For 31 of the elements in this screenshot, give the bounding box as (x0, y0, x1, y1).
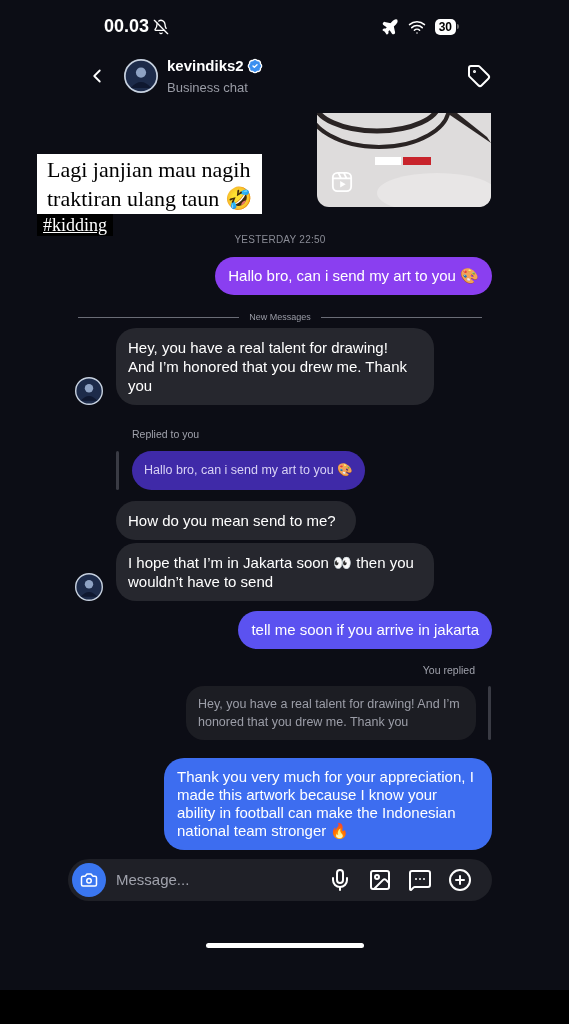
reel-icon (331, 171, 353, 193)
add-icon[interactable] (448, 868, 472, 893)
subtitle: Business chat (167, 78, 249, 97)
sent-message: Hallo bro, can i send my art to you 🎨 (215, 257, 492, 295)
quoted-message: Hey, you have a real talent for drawing! And I’m honored that you drew me. Thank you (186, 686, 476, 741)
new-messages-divider: New Messages (249, 311, 311, 324)
tag-icon[interactable] (467, 64, 491, 88)
airplane-icon (380, 17, 399, 36)
gallery-icon[interactable] (368, 868, 392, 893)
reply-label: Replied to you (132, 427, 200, 440)
sent-message: Thank you very much for your appreciation, I made this artwork because I know your ability in football can make the Indonesian national team stronger 🔥 (164, 758, 492, 851)
reply-label: You replied (422, 662, 475, 678)
message-input[interactable]: Message... (116, 869, 328, 892)
hashtag: #kidding (37, 214, 113, 236)
battery-indicator: 30 (434, 18, 456, 35)
verified-icon (246, 58, 263, 75)
received-message: How do you mean send to me? (116, 500, 356, 540)
clock: 00.03 (104, 15, 150, 38)
story-caption: Lagi janjian mau nagih traktiran ulang taun 🤣 (37, 154, 262, 214)
timestamp: YESTERDAY 22:50 (234, 233, 326, 247)
received-message: Hey, you have a real talent for drawing! And I’m honored that you drew me. Thank you (116, 327, 434, 405)
camera-button[interactable] (72, 863, 106, 898)
received-message: I hope that I’m in Jakarta soon 👀 then you wouldn’t have to send (116, 542, 434, 601)
mute-icon (153, 18, 170, 35)
quoted-message: Hallo bro, can i send my art to you 🎨 (132, 450, 366, 490)
camera-icon (80, 871, 98, 890)
chat-bubble-icon[interactable] (408, 868, 432, 893)
username: kevindiks2 (167, 56, 244, 76)
sent-message: tell me soon if you arrive in jakarta (238, 610, 492, 649)
message-field[interactable]: Message... (68, 859, 492, 902)
avatar (124, 59, 158, 93)
